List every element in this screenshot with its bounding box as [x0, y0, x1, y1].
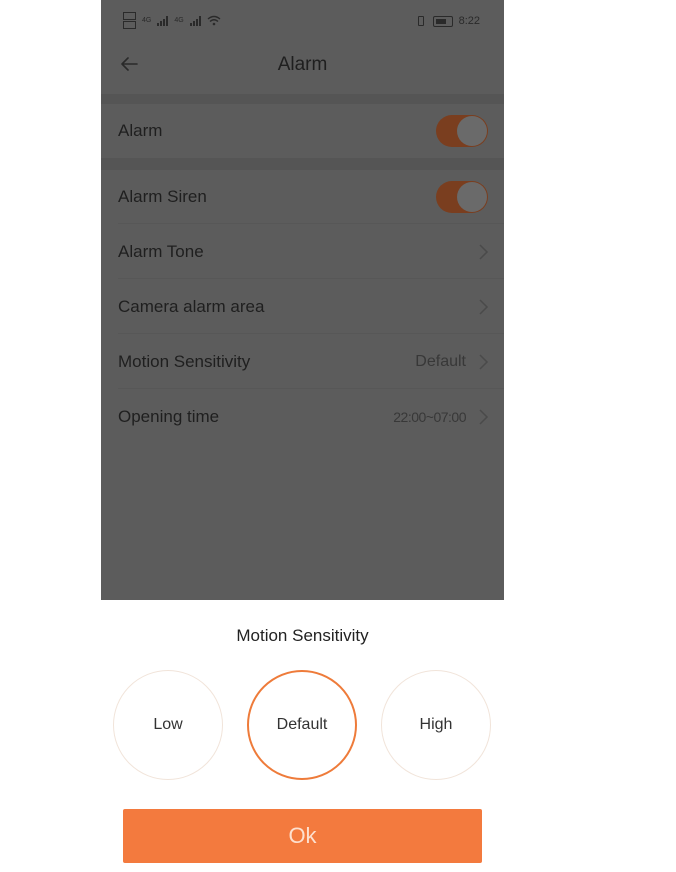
status-bar-right: 8:22 [415, 15, 480, 27]
sensitivity-option-high[interactable]: High [381, 670, 491, 780]
sensitivity-option-low[interactable]: Low [113, 670, 223, 780]
alarm-label: Alarm [118, 121, 163, 140]
network-type-2: 4G [174, 17, 184, 24]
battery-icon [432, 15, 453, 27]
motion-sensitivity-label: Motion Sensitivity [118, 352, 251, 371]
divider [118, 223, 504, 224]
divider [118, 278, 504, 279]
phone-screen: 4G 4G 8:22 Alarm Alarm Alarm Siren Alarm… [101, 0, 504, 872]
toggle-knob [457, 116, 487, 146]
network-type-1: 4G [142, 17, 152, 24]
alarm-settings-page: 4G 4G 8:22 Alarm Alarm Alarm Siren Alarm… [101, 0, 504, 600]
opening-time-value: 22:00~07:00 [393, 409, 466, 425]
alarm-tone-row[interactable]: Alarm Tone [101, 225, 504, 279]
toggle-knob [457, 182, 487, 212]
sensitivity-option-default[interactable]: Default [247, 670, 357, 780]
status-bar-left: 4G 4G [123, 12, 221, 29]
divider [118, 333, 504, 334]
alarm-row: Alarm [101, 104, 504, 158]
alarm-siren-row: Alarm Siren [101, 170, 504, 224]
option-label: Default [276, 716, 328, 733]
opening-time-row[interactable]: Opening time 22:00~07:00 [101, 390, 504, 444]
motion-sensitivity-sheet: Motion Sensitivity Low Default High Ok [101, 600, 504, 872]
motion-sensitivity-value: Default [415, 353, 466, 370]
hd-icon [123, 12, 136, 29]
app-header: Alarm [101, 36, 504, 94]
status-time: 8:22 [458, 15, 480, 27]
camera-alarm-area-row[interactable]: Camera alarm area [101, 280, 504, 334]
camera-alarm-area-label: Camera alarm area [118, 297, 265, 316]
section-gap [101, 158, 504, 170]
ok-button[interactable]: Ok [123, 809, 482, 863]
motion-sensitivity-row[interactable]: Motion Sensitivity Default [101, 335, 504, 389]
chevron-right-icon [479, 354, 489, 370]
chevron-right-icon [479, 244, 489, 260]
chevron-right-icon [479, 299, 489, 315]
option-label: High [419, 716, 453, 733]
alarm-tone-label: Alarm Tone [118, 242, 204, 261]
status-bar: 4G 4G 8:22 [101, 8, 504, 36]
chevron-right-icon [479, 409, 489, 425]
page-title: Alarm [277, 54, 328, 75]
section-gap [101, 94, 504, 104]
wifi-icon [207, 15, 221, 26]
alarm-siren-label: Alarm Siren [118, 187, 207, 206]
opening-time-label: Opening time [118, 407, 220, 426]
vibrate-icon [415, 16, 427, 26]
sheet-title: Motion Sensitivity [236, 626, 369, 645]
option-label: Low [153, 716, 183, 733]
signal-icon [157, 15, 169, 26]
divider [118, 388, 504, 389]
alarm-siren-toggle[interactable] [436, 181, 488, 213]
alarm-toggle[interactable] [436, 115, 488, 147]
signal-icon-2 [189, 15, 201, 26]
